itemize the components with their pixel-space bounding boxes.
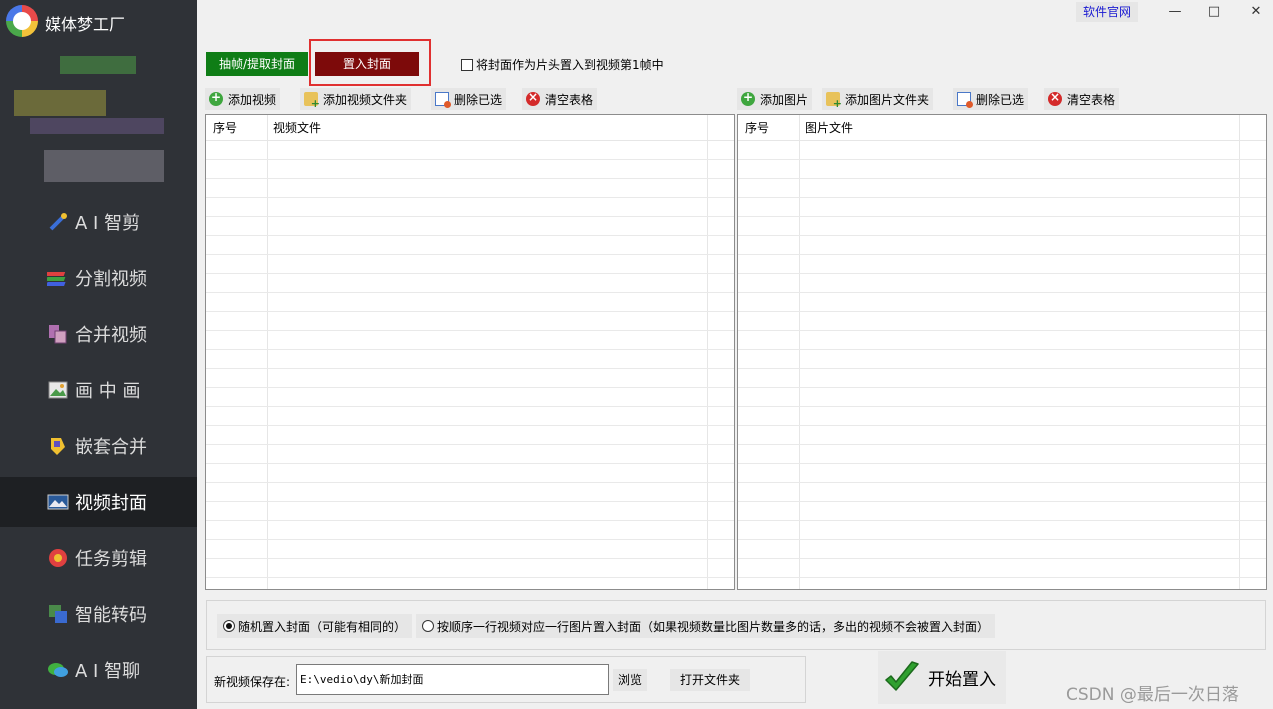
image-table[interactable]: 序号 图片文件 xyxy=(737,114,1267,590)
column-header-video-file[interactable]: 视频文件 xyxy=(266,115,321,141)
table-rows xyxy=(206,159,734,589)
button-label: 添加视频 xyxy=(228,92,277,107)
sidebar-item-picture-in-picture[interactable]: 画 中 画 xyxy=(0,365,197,415)
button-label: 清空表格 xyxy=(545,92,594,107)
official-site-link[interactable]: 软件官网 xyxy=(1076,2,1138,22)
column-header-index[interactable]: 序号 xyxy=(738,115,769,141)
add-video-button[interactable]: 添加视频 xyxy=(205,88,281,110)
transcode-icon xyxy=(47,603,69,625)
save-path-label: 新视频保存在: xyxy=(214,675,291,689)
radio-button[interactable] xyxy=(422,620,434,632)
blurred-area xyxy=(14,90,106,116)
picture-in-picture-icon xyxy=(47,379,69,401)
checkbox-box[interactable] xyxy=(461,58,473,71)
add-image-button[interactable]: 添加图片 xyxy=(737,88,813,110)
sidebar: 媒体梦工厂 A I 智剪 分割视频 合并视频 画 中 画 嵌套合并 视频封面 任… xyxy=(0,0,197,709)
sequential-mode-radio[interactable]: 按顺序一行视频对应一行图片置入封面（如果视频数量比图片数量多的话，多出的视频不会… xyxy=(416,614,996,638)
ai-chat-icon xyxy=(47,659,69,681)
sidebar-item-label: A I 智聊 xyxy=(75,661,141,682)
folder-add-icon xyxy=(826,92,842,110)
video-cover-icon xyxy=(47,491,69,513)
add-icon xyxy=(209,90,223,106)
sidebar-item-task-edit[interactable]: 任务剪辑 xyxy=(0,533,197,583)
blurred-area xyxy=(44,150,164,182)
merge-video-icon xyxy=(47,323,69,345)
blurred-area xyxy=(60,56,136,74)
sidebar-item-label: 任务剪辑 xyxy=(75,549,147,570)
browse-button[interactable]: 浏览 xyxy=(613,669,647,691)
button-label: 删除已选 xyxy=(454,92,503,107)
sidebar-item-merge-video[interactable]: 合并视频 xyxy=(0,309,197,359)
clear-icon xyxy=(526,90,540,106)
sidebar-item-label: 嵌套合并 xyxy=(75,437,147,458)
minimize-button[interactable]: — xyxy=(1160,2,1190,22)
sidebar-item-label: 智能转码 xyxy=(75,605,147,626)
ai-cut-icon xyxy=(47,211,69,233)
checkmark-icon xyxy=(885,660,919,691)
table-header: 序号 图片文件 xyxy=(738,115,1266,141)
watermark: CSDN @最后一次日落 xyxy=(1066,685,1239,705)
split-video-icon xyxy=(45,267,69,289)
clear-image-table-button[interactable]: 清空表格 xyxy=(1044,88,1120,110)
delete-selected-images-button[interactable]: 删除已选 xyxy=(953,88,1029,110)
save-path-input[interactable]: E:\vedio\dy\新加封面 xyxy=(296,664,609,695)
button-label: 删除已选 xyxy=(976,92,1025,107)
sidebar-item-label: 合并视频 xyxy=(75,325,147,346)
task-edit-icon xyxy=(47,547,69,569)
column-header-image-file[interactable]: 图片文件 xyxy=(798,115,853,141)
sidebar-item-label: 画 中 画 xyxy=(75,381,141,402)
sidebar-item-ai-cut[interactable]: A I 智剪 xyxy=(0,197,197,247)
sidebar-item-label: A I 智剪 xyxy=(75,213,141,234)
button-label: 添加图片文件夹 xyxy=(845,92,930,107)
delete-selected-videos-button[interactable]: 删除已选 xyxy=(431,88,507,110)
sidebar-item-nested-merge[interactable]: 嵌套合并 xyxy=(0,421,197,471)
open-folder-button[interactable]: 打开文件夹 xyxy=(670,669,750,691)
app-logo xyxy=(6,5,38,37)
button-label: 清空表格 xyxy=(1067,92,1116,107)
radio-label: 按顺序一行视频对应一行图片置入封面（如果视频数量比图片数量多的话，多出的视频不会… xyxy=(437,619,990,634)
add-image-folder-button[interactable]: 添加图片文件夹 xyxy=(822,88,934,110)
blurred-area xyxy=(30,118,164,134)
sidebar-item-video-cover[interactable]: 视频封面 xyxy=(0,477,197,527)
button-label: 开始置入 xyxy=(928,670,996,690)
sidebar-item-label: 视频封面 xyxy=(75,493,147,514)
delete-icon xyxy=(957,92,973,108)
nested-merge-icon xyxy=(47,435,69,457)
random-mode-radio[interactable]: 随机置入封面（可能有相同的） xyxy=(217,614,413,638)
video-table[interactable]: 序号 视频文件 xyxy=(205,114,735,590)
sidebar-item-ai-chat[interactable]: A I 智聊 xyxy=(0,645,197,695)
sidebar-item-split-video[interactable]: 分割视频 xyxy=(0,253,197,303)
app-title: 媒体梦工厂 xyxy=(45,15,126,34)
radio-button[interactable] xyxy=(223,620,235,632)
column-header-index[interactable]: 序号 xyxy=(206,115,237,141)
table-rows xyxy=(738,159,1266,589)
clear-video-table-button[interactable]: 清空表格 xyxy=(522,88,598,110)
checkbox-label: 将封面作为片头置入到视频第1帧中 xyxy=(476,58,664,72)
tab-extract-cover[interactable]: 抽帧/提取封面 xyxy=(206,52,308,76)
add-icon xyxy=(741,90,755,106)
folder-add-icon xyxy=(304,92,320,110)
radio-label: 随机置入封面（可能有相同的） xyxy=(238,619,407,634)
delete-icon xyxy=(435,92,451,108)
table-header: 序号 视频文件 xyxy=(206,115,734,141)
clear-icon xyxy=(1048,90,1062,106)
add-video-folder-button[interactable]: 添加视频文件夹 xyxy=(300,88,412,110)
maximize-button[interactable]: □ xyxy=(1199,2,1229,22)
close-button[interactable]: ✕ xyxy=(1241,2,1271,22)
tab-embed-cover[interactable]: 置入封面 xyxy=(315,52,419,76)
start-embed-button[interactable]: 开始置入 xyxy=(878,651,1006,704)
button-label: 添加图片 xyxy=(760,92,809,107)
sidebar-item-label: 分割视频 xyxy=(75,269,147,290)
button-label: 添加视频文件夹 xyxy=(323,92,408,107)
sidebar-item-transcode[interactable]: 智能转码 xyxy=(0,589,197,639)
cover-first-frame-checkbox[interactable]: 将封面作为片头置入到视频第1帧中 xyxy=(461,56,664,73)
